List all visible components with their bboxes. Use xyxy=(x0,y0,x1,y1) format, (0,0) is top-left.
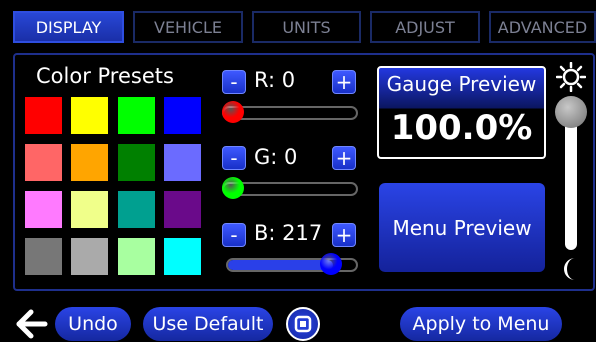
color-presets-title: Color Presets xyxy=(36,64,174,88)
color-swatch[interactable] xyxy=(164,191,201,228)
color-swatch[interactable] xyxy=(71,238,108,275)
color-swatch[interactable] xyxy=(25,97,62,134)
back-arrow-icon[interactable] xyxy=(14,308,48,340)
green-value-label: G: 0 xyxy=(254,145,298,169)
tab-adjust[interactable]: ADJUST xyxy=(370,11,480,43)
tab-advanced[interactable]: ADVANCED xyxy=(489,11,596,43)
apply-to-menu-button[interactable]: Apply to Menu xyxy=(400,307,562,341)
color-swatch[interactable] xyxy=(118,97,155,134)
color-swatch[interactable] xyxy=(118,238,155,275)
gauge-preview: Gauge Preview 100.0% xyxy=(377,66,546,159)
color-swatch[interactable] xyxy=(118,191,155,228)
tab-vehicle[interactable]: VEHICLE xyxy=(133,11,243,43)
blue-value-label: B: 217 xyxy=(254,221,323,245)
tab-units[interactable]: UNITS xyxy=(252,11,361,43)
color-swatch[interactable] xyxy=(25,191,62,228)
blue-slider-knob[interactable] xyxy=(319,253,342,275)
screen: DISPLAY VEHICLE UNITS ADJUST ADVANCED Co… xyxy=(0,0,596,342)
green-decrease-button[interactable]: - xyxy=(222,146,246,170)
color-swatch[interactable] xyxy=(71,97,108,134)
sun-icon xyxy=(556,62,586,92)
home-button-icon xyxy=(294,315,312,333)
tab-display[interactable]: DISPLAY xyxy=(13,11,124,43)
blue-slider-fill xyxy=(228,260,333,270)
red-slider-knob[interactable] xyxy=(222,101,244,123)
home-button[interactable] xyxy=(286,307,320,341)
undo-button[interactable]: Undo xyxy=(55,307,131,341)
menu-preview: Menu Preview xyxy=(379,183,545,272)
green-increase-button[interactable]: + xyxy=(332,146,356,170)
red-increase-button[interactable]: + xyxy=(332,70,356,94)
red-value-label: R: 0 xyxy=(254,68,296,92)
color-swatch[interactable] xyxy=(164,97,201,134)
color-swatch[interactable] xyxy=(164,238,201,275)
color-swatch[interactable] xyxy=(71,191,108,228)
color-swatch[interactable] xyxy=(118,144,155,181)
brightness-slider-knob[interactable] xyxy=(555,96,587,128)
moon-icon xyxy=(564,258,575,280)
green-slider-knob[interactable] xyxy=(222,177,244,199)
gauge-preview-title: Gauge Preview xyxy=(386,72,537,96)
color-swatch[interactable] xyxy=(71,144,108,181)
use-default-button[interactable]: Use Default xyxy=(143,307,273,341)
color-swatch[interactable] xyxy=(25,238,62,275)
color-swatch[interactable] xyxy=(25,144,62,181)
color-swatch[interactable] xyxy=(164,144,201,181)
blue-increase-button[interactable]: + xyxy=(332,223,356,247)
gauge-preview-value: 100.0% xyxy=(390,108,533,148)
red-decrease-button[interactable]: - xyxy=(222,70,246,94)
blue-decrease-button[interactable]: - xyxy=(222,223,246,247)
